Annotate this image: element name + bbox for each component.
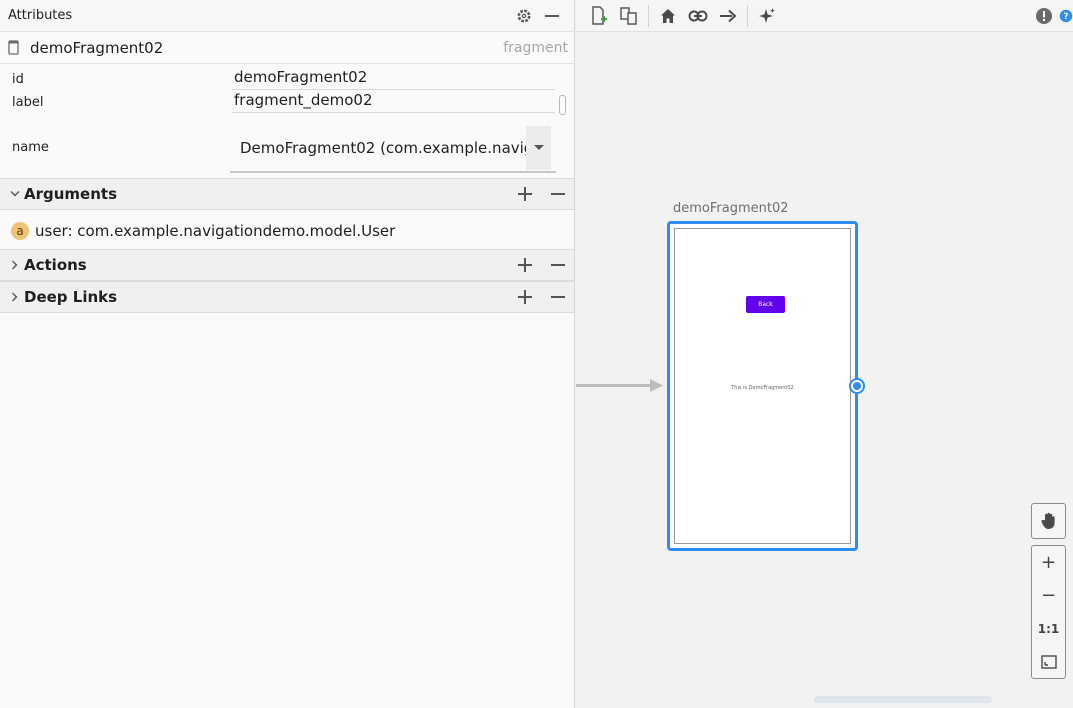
actions-section-header[interactable]: Actions [0,249,574,281]
fit-screen-icon[interactable] [1032,645,1065,678]
chevron-down-icon[interactable] [8,190,22,198]
destination-frame[interactable]: Back This is DemoFragment02 [667,221,858,551]
actual-size-button[interactable]: 1:1 [1032,612,1065,645]
chevron-right-icon[interactable] [8,292,22,302]
list-item[interactable]: a user: com.example.navigationdemo.model… [0,212,574,249]
action-anchor-handle[interactable] [849,378,865,394]
id-label: id [12,72,24,87]
toolbar-separator [648,4,649,27]
horizontal-scrollbar[interactable] [814,696,992,703]
home-icon[interactable] [653,2,683,30]
preview-back-button: Back [746,296,785,313]
component-name: demoFragment02 [30,38,164,57]
attributes-header: Attributes [0,0,574,32]
actions-title: Actions [24,256,87,274]
deep-links-section-header[interactable]: Deep Links [0,281,574,313]
gear-icon[interactable] [510,2,538,30]
attributes-panel: Attributes demoFragment02 fragment id de… [0,0,575,708]
name-label: name [12,140,49,155]
add-deep-link-button[interactable] [508,283,541,311]
arguments-section-header[interactable]: Arguments [0,178,574,210]
add-action-button[interactable] [508,251,541,279]
chevron-down-icon[interactable] [526,126,551,170]
remove-deep-link-button[interactable] [541,283,574,311]
zoom-in-button[interactable]: + [1032,546,1065,579]
add-argument-button[interactable] [508,180,541,208]
remove-argument-button[interactable] [541,180,574,208]
attr-row-id: id demoFragment02 [0,64,574,90]
navigation-editor: Attributes demoFragment02 fragment id de… [0,0,1073,708]
name-dropdown[interactable]: DemoFragment02 (com.example.navigationde… [230,125,556,173]
minus-icon[interactable] [538,2,566,30]
zoom-controls: + − 1:1 [1031,545,1066,679]
destination-label: demoFragment02 [673,201,789,216]
component-row: demoFragment02 fragment [0,32,574,64]
nested-graph-icon[interactable] [614,2,644,30]
argument-badge: a [11,221,29,240]
arrow-right-icon[interactable] [713,2,743,30]
remove-action-button[interactable] [541,251,574,279]
pan-hand-icon[interactable] [1031,503,1066,539]
new-destination-icon[interactable] [584,2,614,30]
field-scrollbar[interactable] [559,95,566,115]
destination-preview: Back This is DemoFragment02 [674,228,851,544]
warning-icon[interactable] [1029,2,1059,30]
label-label: label [12,95,44,110]
label-field[interactable]: fragment_demo02 [232,91,555,113]
component-type: fragment [503,39,568,56]
incoming-action-arrow[interactable] [576,378,666,394]
id-field[interactable]: demoFragment02 [232,68,555,90]
fragment-page-icon [8,40,22,56]
attr-row-label: label fragment_demo02 [0,89,574,115]
chevron-right-icon[interactable] [8,260,22,270]
argument-text: user: com.example.navigationdemo.model.U… [35,221,396,240]
toolbar-separator [747,4,748,27]
design-toolbar: ? [576,0,1073,32]
link-icon[interactable] [683,2,713,30]
help-icon[interactable]: ? [1059,2,1073,30]
name-dropdown-value: DemoFragment02 (com.example.navigationde… [240,139,526,157]
auto-arrange-icon[interactable] [752,2,782,30]
zoom-out-button[interactable]: − [1032,579,1065,612]
preview-text: This is DemoFragment02 [731,385,794,391]
deep-links-title: Deep Links [24,288,118,306]
arguments-title: Arguments [24,185,118,203]
svg-text:?: ? [1064,12,1069,22]
panel-title: Attributes [8,8,73,23]
